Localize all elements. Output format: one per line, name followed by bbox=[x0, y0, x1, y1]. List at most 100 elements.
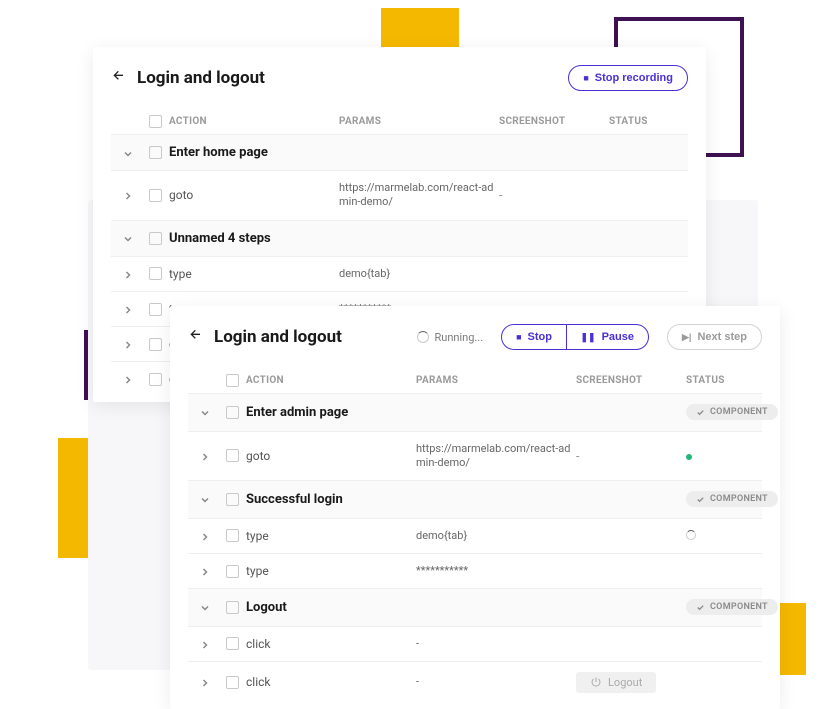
row-checkbox[interactable] bbox=[226, 637, 239, 650]
col-screenshot: SCREENSHOT bbox=[576, 375, 686, 386]
group-row[interactable]: Enter admin page COMPONENT bbox=[188, 393, 762, 431]
chevron-right-icon[interactable] bbox=[200, 566, 210, 576]
screenshot-cell: Logout bbox=[576, 672, 686, 693]
page-title: Login and logout bbox=[137, 68, 558, 88]
spinner-icon bbox=[417, 331, 429, 343]
status-running-icon bbox=[686, 530, 696, 540]
screenshot-empty: - bbox=[576, 449, 579, 463]
next-step-button[interactable]: ▶| Next step bbox=[667, 324, 762, 350]
row-checkbox[interactable] bbox=[149, 303, 162, 316]
pause-label: Pause bbox=[602, 331, 634, 343]
component-badge: COMPONENT bbox=[686, 599, 778, 615]
panel-header: Login and logout ■ Stop recording bbox=[111, 65, 688, 91]
col-screenshot: SCREENSHOT bbox=[499, 116, 609, 127]
chevron-down-icon[interactable] bbox=[200, 602, 210, 612]
group-row[interactable]: Logout COMPONENT bbox=[188, 588, 762, 626]
row-checkbox[interactable] bbox=[226, 601, 239, 614]
chevron-right-icon[interactable] bbox=[123, 339, 133, 349]
stop-label: Stop bbox=[528, 331, 552, 343]
back-icon[interactable] bbox=[188, 327, 204, 347]
row-checkbox[interactable] bbox=[149, 146, 162, 159]
action-cell: goto bbox=[169, 188, 339, 202]
params-cell: https://marmelab.com/react-admin-demo/ bbox=[416, 442, 576, 471]
group-status: COMPONENT bbox=[686, 491, 778, 508]
group-name: Enter home page bbox=[169, 145, 609, 160]
group-name: Enter admin page bbox=[246, 405, 686, 420]
col-params: PARAMS bbox=[339, 116, 499, 127]
pause-icon: ❚❚ bbox=[581, 333, 596, 342]
table-row: type demo{tab} bbox=[111, 256, 688, 291]
screenshot-cell: - bbox=[499, 188, 609, 202]
pause-button[interactable]: ❚❚ Pause bbox=[566, 324, 650, 350]
row-checkbox[interactable] bbox=[149, 267, 162, 280]
row-checkbox[interactable] bbox=[149, 189, 162, 202]
component-badge-label: COMPONENT bbox=[710, 494, 768, 504]
chevron-right-icon[interactable] bbox=[200, 677, 210, 687]
group-name: Logout bbox=[246, 600, 686, 615]
stop-button[interactable]: ■ Stop bbox=[501, 324, 567, 350]
group-row[interactable]: Enter home page bbox=[111, 134, 688, 170]
col-status: STATUS bbox=[609, 116, 676, 127]
row-checkbox[interactable] bbox=[226, 449, 239, 462]
table-row: goto https://marmelab.com/react-admin-de… bbox=[111, 170, 688, 220]
group-name: Unnamed 4 steps bbox=[169, 231, 609, 246]
params-cell: - bbox=[416, 637, 576, 651]
col-action: ACTION bbox=[246, 375, 416, 386]
group-name: Successful login bbox=[246, 492, 686, 507]
chevron-down-icon[interactable] bbox=[123, 148, 133, 158]
row-checkbox[interactable] bbox=[226, 406, 239, 419]
table-row: goto https://marmelab.com/react-admin-de… bbox=[188, 431, 762, 481]
chevron-right-icon[interactable] bbox=[200, 639, 210, 649]
running-label: Running... bbox=[434, 331, 483, 344]
next-label: Next step bbox=[697, 331, 747, 343]
next-icon: ▶| bbox=[682, 333, 691, 342]
chevron-right-icon[interactable] bbox=[200, 451, 210, 461]
chevron-down-icon[interactable] bbox=[200, 494, 210, 504]
params-cell: *********** bbox=[416, 564, 576, 578]
params-cell: demo{tab} bbox=[416, 529, 576, 543]
screenshot-empty: - bbox=[499, 188, 502, 202]
chevron-down-icon[interactable] bbox=[123, 233, 133, 243]
col-params: PARAMS bbox=[416, 375, 576, 386]
params-cell: https://marmelab.com/react-admin-demo/ bbox=[339, 181, 499, 210]
stop-icon: ■ bbox=[516, 333, 521, 342]
chevron-right-icon[interactable] bbox=[200, 531, 210, 541]
table-header: ACTION PARAMS SCREENSHOT STATUS bbox=[188, 368, 762, 393]
table-row: click - bbox=[188, 626, 762, 661]
stop-recording-label: Stop recording bbox=[595, 72, 673, 84]
row-checkbox[interactable] bbox=[226, 493, 239, 506]
status-cell bbox=[686, 529, 750, 543]
checkbox-all[interactable] bbox=[149, 115, 162, 128]
chevron-down-icon[interactable] bbox=[200, 407, 210, 417]
table-row: type *********** bbox=[188, 553, 762, 588]
group-status: COMPONENT bbox=[686, 599, 778, 616]
component-badge-label: COMPONENT bbox=[710, 407, 768, 417]
screenshot-cell: - bbox=[576, 449, 686, 463]
back-icon[interactable] bbox=[111, 68, 127, 88]
panel-running: Login and logout Running... ■ Stop ❚❚ Pa… bbox=[170, 306, 780, 709]
chevron-right-icon[interactable] bbox=[123, 304, 133, 314]
stop-recording-button[interactable]: ■ Stop recording bbox=[568, 65, 688, 91]
group-row[interactable]: Unnamed 4 steps bbox=[111, 220, 688, 256]
chevron-right-icon[interactable] bbox=[123, 374, 133, 384]
table-header: ACTION PARAMS SCREENSHOT STATUS bbox=[111, 109, 688, 134]
panel2-body: Enter admin page COMPONENT goto https://… bbox=[188, 393, 762, 703]
logout-label: Logout bbox=[608, 676, 642, 689]
action-cell: type bbox=[246, 529, 416, 543]
row-checkbox[interactable] bbox=[226, 676, 239, 689]
row-checkbox[interactable] bbox=[149, 232, 162, 245]
panel-header: Login and logout Running... ■ Stop ❚❚ Pa… bbox=[188, 324, 762, 350]
chevron-right-icon[interactable] bbox=[123, 269, 133, 279]
action-cell: goto bbox=[246, 449, 416, 463]
screenshot-logout-button[interactable]: Logout bbox=[576, 672, 656, 693]
col-status: STATUS bbox=[686, 375, 750, 386]
row-checkbox[interactable] bbox=[149, 338, 162, 351]
row-checkbox[interactable] bbox=[226, 565, 239, 578]
checkbox-all[interactable] bbox=[226, 374, 239, 387]
row-checkbox[interactable] bbox=[149, 373, 162, 386]
component-badge: COMPONENT bbox=[686, 491, 778, 507]
table-row: type demo{tab} bbox=[188, 518, 762, 553]
chevron-right-icon[interactable] bbox=[123, 190, 133, 200]
group-row[interactable]: Successful login COMPONENT bbox=[188, 480, 762, 518]
row-checkbox[interactable] bbox=[226, 529, 239, 542]
